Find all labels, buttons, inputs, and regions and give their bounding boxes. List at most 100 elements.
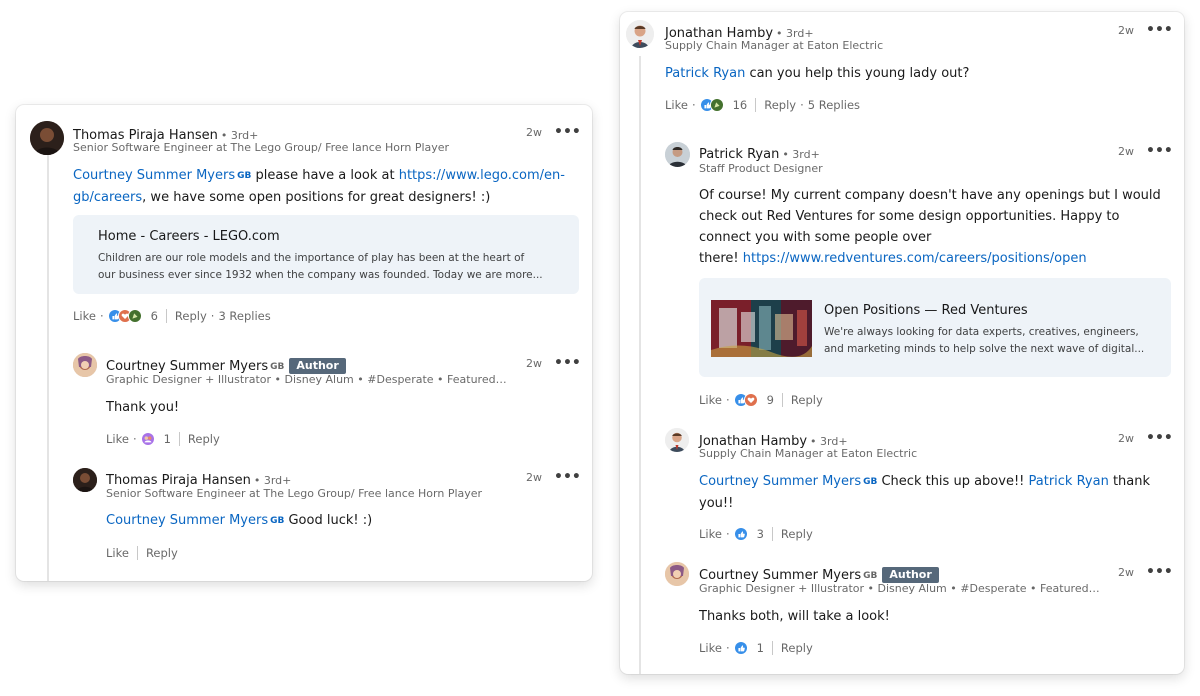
comment-thread-card-red-ventures: Jonathan Hamby • 3rd+ Supply Chain Manage… (620, 12, 1184, 674)
preview-title: Open Positions — Red Ventures (824, 303, 1028, 318)
like-button[interactable]: Like (699, 393, 722, 407)
reactions-summary[interactable] (733, 527, 748, 541)
divider (781, 393, 783, 407)
comment-actions: Like · 3 Reply (699, 526, 813, 542)
comment-actions: Like · 16 Reply · 5 Replies (665, 97, 860, 113)
like-button[interactable]: Like (106, 432, 129, 446)
like-button[interactable]: Like (106, 546, 129, 560)
comment-text: Good luck! :) (284, 513, 373, 528)
more-options-icon[interactable]: ••• (554, 356, 581, 370)
reaction-count[interactable]: 1 (757, 641, 764, 655)
more-options-icon[interactable]: ••• (1146, 23, 1173, 37)
comment-text: can you help this young lady out? (745, 66, 970, 81)
badge-gb: GB (237, 171, 252, 181)
mention-link[interactable]: Patrick Ryan (665, 66, 745, 81)
commenter-name[interactable]: Patrick Ryan (699, 147, 779, 162)
reactions-summary[interactable] (733, 641, 748, 655)
reply-button[interactable]: Reply (146, 546, 178, 560)
comment-text: Of course! My current company doesn't ha… (699, 188, 1161, 203)
avatar-thomas[interactable] (73, 468, 97, 492)
avatar-jonathan[interactable] (626, 20, 654, 48)
dot-separator: · (725, 641, 730, 655)
preview-image-icon (711, 300, 812, 357)
mention-link[interactable]: Courtney Summer Myers (106, 513, 268, 528)
like-button[interactable]: Like (699, 527, 722, 541)
commenter-name[interactable]: Thomas Piraja Hansen (106, 473, 251, 488)
support-reaction-icon (140, 432, 155, 446)
badge-gb: GB (270, 516, 285, 526)
comment-text: thank (1108, 474, 1151, 489)
reactions-summary[interactable] (140, 432, 155, 446)
mention-link[interactable]: Courtney Summer Myers (73, 168, 235, 183)
mention-link[interactable]: Courtney Summer Myers (699, 474, 861, 489)
reaction-count[interactable]: 6 (151, 309, 158, 323)
replies-count-link[interactable]: 3 Replies (218, 309, 270, 323)
comment-header: Courtney Summer Myers GB Author (106, 355, 346, 374)
comment-actions: Like · 6 Reply · 3 Replies (73, 308, 271, 324)
comment-text: , we have some open positions for great … (142, 190, 491, 205)
like-button[interactable]: Like (73, 309, 96, 323)
more-options-icon[interactable]: ••• (1146, 431, 1173, 445)
reactions-summary[interactable] (733, 393, 758, 407)
reply-button[interactable]: Reply (781, 641, 813, 655)
reaction-count[interactable]: 16 (733, 98, 748, 112)
commenter-name[interactable]: Courtney Summer Myers (106, 359, 268, 374)
more-options-icon[interactable]: ••• (1146, 144, 1173, 158)
link-preview-card[interactable]: Open Positions — Red Ventures We're alwa… (699, 278, 1171, 377)
like-reaction-icon (733, 641, 748, 655)
more-options-icon[interactable]: ••• (554, 125, 581, 139)
reaction-count[interactable]: 1 (164, 432, 171, 446)
dot-separator: · (725, 393, 730, 407)
dot-separator: · (800, 98, 804, 112)
preview-description: We're always looking for data experts, c… (824, 324, 1162, 358)
author-badge: Author (882, 567, 939, 583)
commenter-headline: Senior Software Engineer at The Lego Gro… (106, 487, 483, 500)
reply-button[interactable]: Reply (188, 432, 220, 446)
comment-timestamp: 2w (1118, 432, 1134, 445)
avatar-courtney[interactable] (73, 353, 97, 377)
avatar-courtney[interactable] (665, 562, 689, 586)
avatar-jonathan[interactable] (665, 428, 689, 452)
comment-text: you!! (699, 496, 734, 511)
comment-text: there! (699, 251, 743, 266)
reply-button[interactable]: Reply (791, 393, 823, 407)
more-options-icon[interactable]: ••• (554, 470, 581, 484)
preview-title: Home - Careers - LEGO.com (98, 229, 280, 244)
reactions-summary[interactable] (699, 98, 724, 112)
comment-timestamp: 2w (526, 126, 542, 139)
comment-body: Thanks both, will take a look! (699, 609, 890, 624)
reaction-count[interactable]: 9 (767, 393, 774, 407)
reactions-summary[interactable] (107, 309, 142, 323)
reply-button[interactable]: Reply (175, 309, 207, 323)
more-options-icon[interactable]: ••• (1146, 565, 1173, 579)
reaction-count[interactable]: 3 (757, 527, 764, 541)
commenter-headline: Staff Product Designer (699, 162, 823, 175)
badge-gb: GB (270, 362, 285, 372)
comment-actions: Like Reply (106, 545, 178, 561)
like-button[interactable]: Like (699, 641, 722, 655)
connection-degree: • 3rd+ (253, 474, 292, 487)
preview-desc-line: Children are our role models and the imp… (98, 252, 525, 264)
avatar-patrick[interactable] (665, 142, 690, 167)
reply-button[interactable]: Reply (781, 527, 813, 541)
comment-timestamp: 2w (1118, 145, 1134, 158)
like-button[interactable]: Like (665, 98, 688, 112)
link-preview-card[interactable]: Home - Careers - LEGO.com Children are o… (73, 215, 579, 294)
mention-link[interactable]: Patrick Ryan (1029, 474, 1109, 489)
reply-button[interactable]: Reply (764, 98, 796, 112)
author-badge: Author (289, 358, 346, 374)
commenter-name[interactable]: Courtney Summer Myers (699, 568, 861, 583)
comment-text-line: Courtney Summer Myers GB Check this up ab… (699, 471, 1169, 493)
celebrate-reaction-icon (709, 98, 724, 112)
celebrate-reaction-icon (127, 309, 142, 323)
like-reaction-icon (733, 527, 748, 541)
comment-timestamp: 2w (526, 357, 542, 370)
preview-description: Children are our role models and the imp… (98, 250, 568, 284)
replies-count-link[interactable]: 5 Replies (808, 98, 860, 112)
thread-line (639, 56, 641, 674)
avatar-thomas[interactable] (30, 121, 64, 155)
divider (755, 98, 757, 112)
url-link[interactable]: https://www.redventures.com/careers/posi… (743, 251, 1087, 266)
comment-body: Of course! My current company doesn't ha… (699, 185, 1169, 269)
comment-actions: Like · 9 Reply (699, 392, 823, 408)
